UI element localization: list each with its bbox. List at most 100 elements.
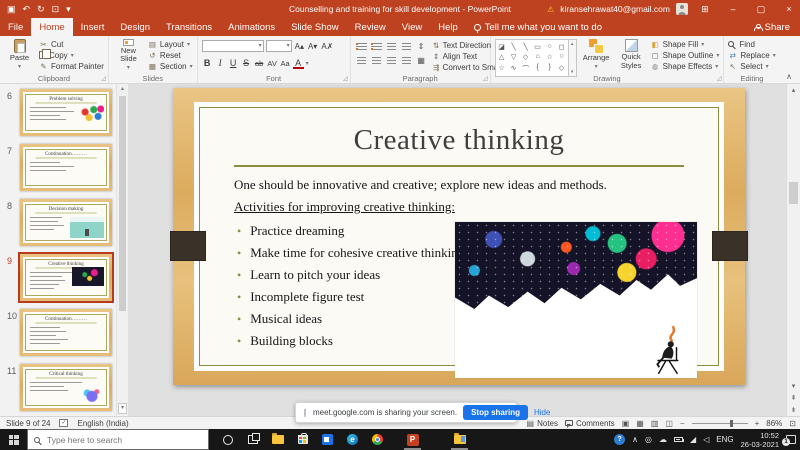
shape-glyph[interactable]: ╲ [524, 43, 528, 51]
chrome-button[interactable] [365, 429, 390, 450]
powerpoint-taskbar-button[interactable]: P [400, 429, 425, 450]
editor-scroll-up-icon[interactable]: ▴ [787, 86, 800, 94]
zoom-out-button[interactable]: − [680, 419, 685, 428]
zoom-in-button[interactable]: + [755, 419, 760, 428]
shape-glyph[interactable]: ▭ [534, 43, 541, 51]
ribbon-display-options-icon[interactable]: ⊞ [694, 4, 716, 15]
editor-scrollbar[interactable]: ▴ ▾ ⇞ ⇟ [786, 84, 800, 416]
align-left-button[interactable] [355, 55, 368, 66]
start-slideshow-icon[interactable]: ⊡ [52, 4, 60, 15]
select-button[interactable]: ↖ Select ▾ [728, 61, 775, 71]
clear-formatting-button[interactable]: A✗ [320, 42, 334, 51]
share-button[interactable]: Share [744, 18, 800, 36]
spellcheck-icon[interactable]: ✓ [59, 419, 68, 427]
shapes-scroll-up-icon[interactable]: ▴ [571, 41, 574, 47]
increase-indent-button[interactable] [400, 41, 413, 52]
task-view-button[interactable] [240, 429, 265, 450]
hide-link[interactable]: Hide [534, 408, 550, 417]
shape-effects-button[interactable]: ◍ Shape Effects ▾ [651, 61, 720, 71]
fit-to-window-button[interactable]: ⊡ [789, 419, 796, 428]
shape-glyph[interactable]: ⌂ [535, 53, 539, 61]
quick-styles-button[interactable]: Quick Styles [616, 39, 647, 72]
tab-review[interactable]: Review [347, 18, 394, 36]
editor-scroll-down-icon[interactable]: ▾ [787, 382, 800, 390]
italic-button[interactable]: I [215, 58, 226, 68]
thumbnail-slide-8[interactable]: 8 Decision making [4, 199, 112, 246]
slide-canvas[interactable]: Creative thinking One should be innovati… [173, 88, 745, 385]
new-slide-button[interactable]: New Slide ▾ [113, 39, 144, 72]
shape-glyph[interactable]: ◇ [523, 53, 528, 61]
shape-glyph[interactable]: ◻ [559, 43, 565, 51]
shape-glyph[interactable]: ○ [547, 43, 551, 51]
underline-button[interactable]: U [228, 58, 239, 68]
tab-view[interactable]: View [394, 18, 430, 36]
network-icon[interactable]: ◢ [690, 435, 696, 444]
tell-me-box[interactable]: Tell me what you want to do [466, 18, 610, 36]
thumbnail-slide-10[interactable]: 10 Continuation……… [4, 309, 112, 356]
minimize-button[interactable]: – [722, 4, 744, 14]
shape-glyph[interactable]: ☆ [498, 64, 504, 74]
thumbnail-scrollbar[interactable]: ▴ ▾ [116, 84, 128, 416]
shape-outline-button[interactable]: ▢ Shape Outline ▾ [651, 50, 720, 60]
columns-button[interactable]: ▦ [415, 55, 428, 66]
font-dialog-launcher[interactable]: ◿ [343, 76, 348, 82]
qat-customize-icon[interactable]: ▾ [66, 4, 71, 15]
thumbnail-slide-6[interactable]: 6 Problem solving [4, 89, 112, 136]
slide-intro-text[interactable]: One should be innovative and creative; e… [234, 177, 684, 193]
language-indicator[interactable]: ENG [716, 435, 733, 444]
shape-fill-button[interactable]: ◧ Shape Fill ▾ [651, 39, 720, 49]
shape-glyph[interactable]: ⌒ [522, 64, 529, 74]
text-shadow-button[interactable]: ab [254, 59, 265, 68]
section-button[interactable]: ▦ Section ▾ [148, 61, 193, 71]
search-input[interactable] [47, 435, 202, 445]
volume-icon[interactable]: ◁ [703, 435, 709, 444]
undo-icon[interactable]: ↶ [23, 4, 31, 15]
tab-design[interactable]: Design [112, 18, 158, 36]
character-spacing-button[interactable]: AV [267, 59, 278, 68]
copy-button[interactable]: Copy ▾ [39, 50, 104, 60]
save-icon[interactable]: ▣ [7, 4, 16, 15]
shape-glyph[interactable]: ▽ [511, 53, 516, 61]
shape-glyph[interactable]: ◪ [498, 43, 505, 51]
taskbar-clock[interactable]: 10:52 26-03-2021 [741, 431, 779, 449]
comments-button[interactable]: Comments [565, 419, 615, 428]
layout-button[interactable]: ▤ Layout ▾ [148, 39, 193, 49]
drawing-dialog-launcher[interactable]: ◿ [717, 76, 722, 82]
thumbnail-slide-9-selected[interactable]: 9 Creative thinking [4, 254, 112, 301]
redo-icon[interactable]: ↻ [37, 4, 45, 15]
onedrive-cloud-icon[interactable]: ☁ [659, 435, 667, 444]
tab-transitions[interactable]: Transitions [158, 18, 220, 36]
thumbnail-slide-11[interactable]: 11 Critical thinking [4, 364, 112, 411]
align-right-button[interactable] [385, 55, 398, 66]
replace-button[interactable]: ⇄ Replace ▾ [728, 50, 775, 60]
slide-image-creative-collage[interactable] [455, 222, 697, 378]
avatar[interactable] [676, 3, 688, 15]
shape-glyph[interactable]: ∿ [511, 64, 517, 74]
slide-sorter-view-button[interactable]: ▦ [636, 419, 644, 428]
account-email[interactable]: kiransehrawat40@gmail.com [560, 4, 670, 14]
previous-slide-button[interactable]: ⇞ [787, 394, 800, 402]
arrange-button[interactable]: Arrange ▾ [581, 39, 612, 72]
stop-sharing-button[interactable]: Stop sharing [463, 405, 528, 420]
microsoft-store-button[interactable] [290, 429, 315, 450]
numbering-button[interactable] [370, 41, 383, 52]
clipboard-dialog-launcher[interactable]: ◿ [101, 76, 106, 82]
slide-subheading[interactable]: Activities for improving creative thinki… [234, 199, 684, 215]
font-color-button[interactable]: A [293, 58, 304, 68]
shapes-scrollbar[interactable]: ▴ ▾ [569, 39, 577, 77]
battery-icon[interactable] [674, 437, 683, 442]
zoom-level[interactable]: 86% [766, 419, 782, 428]
start-button[interactable] [0, 429, 27, 450]
language-status[interactable]: English (India) [77, 419, 128, 428]
thumbnail-scroll-thumb[interactable] [119, 96, 126, 311]
grow-font-button[interactable]: A▴ [294, 42, 305, 51]
taskbar-search[interactable] [27, 429, 209, 450]
tab-help[interactable]: Help [430, 18, 466, 36]
decrease-indent-button[interactable] [385, 41, 398, 52]
file-explorer-button[interactable] [265, 429, 290, 450]
bullets-button[interactable] [355, 41, 368, 52]
close-button[interactable]: × [778, 4, 800, 14]
editor-scroll-thumb[interactable] [789, 182, 798, 204]
show-hidden-icons-button[interactable]: ∧ [632, 435, 638, 444]
slide-title[interactable]: Creative thinking [234, 124, 684, 157]
